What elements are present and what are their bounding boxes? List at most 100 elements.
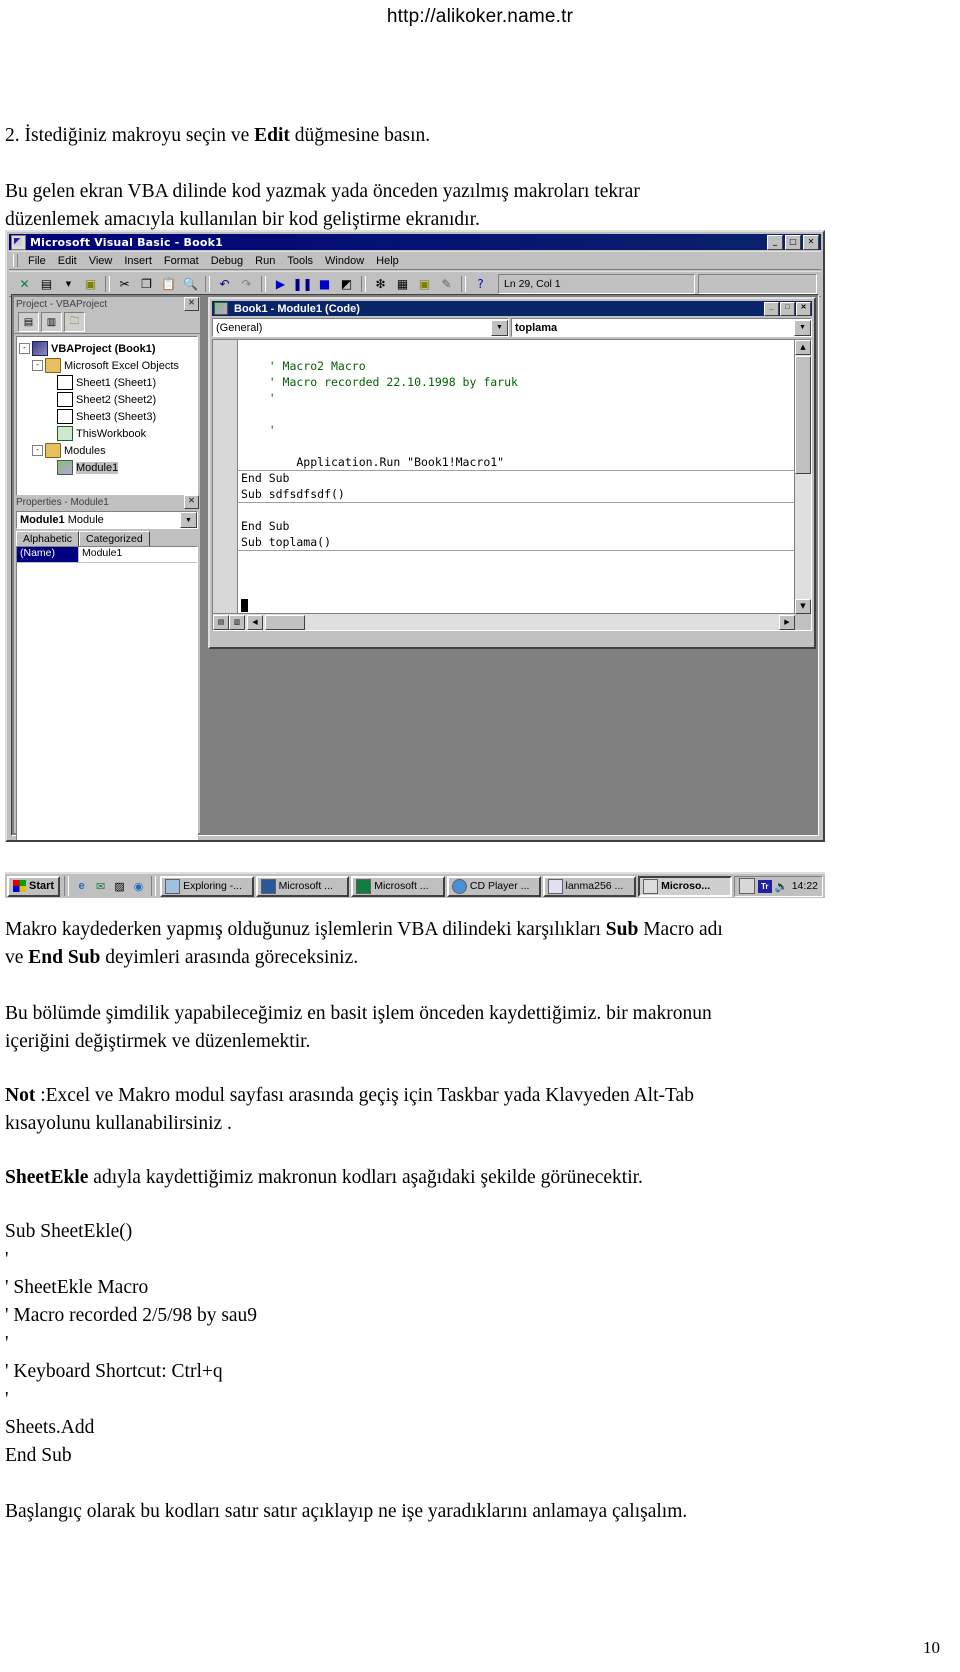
run-icon[interactable]: ▶ bbox=[270, 274, 291, 294]
redo-icon[interactable]: ↷ bbox=[236, 274, 257, 294]
code-listing-line-1: Sub SheetEkle() bbox=[5, 1221, 133, 1242]
project-explorer-icon[interactable]: ❇ bbox=[370, 274, 391, 294]
menu-format[interactable]: Format bbox=[158, 255, 205, 267]
task-button-cd-player[interactable]: CD Player ... bbox=[446, 875, 541, 897]
task-button-excel[interactable]: Microsoft ... bbox=[351, 875, 445, 897]
volume-icon[interactable]: 🔈 bbox=[775, 879, 789, 893]
menu-edit[interactable]: Edit bbox=[52, 255, 83, 267]
properties-window-icon[interactable]: ▦ bbox=[392, 274, 413, 294]
scrollbar-thumb[interactable] bbox=[795, 356, 811, 474]
copy-icon[interactable]: ❐ bbox=[136, 274, 157, 294]
tree-item-sheet2[interactable]: Sheet2 (Sheet2) bbox=[19, 391, 195, 408]
code-horizontal-scrollbar[interactable]: ▤ ▥ ◀ ▶ bbox=[213, 613, 795, 630]
paste-icon[interactable]: 📋 bbox=[158, 274, 179, 294]
menubar-grip[interactable] bbox=[13, 254, 18, 267]
internet-explorer-icon[interactable]: e bbox=[73, 877, 90, 895]
properties-object-combo[interactable]: Module1 Module ▼ bbox=[16, 511, 198, 529]
properties-close-button[interactable]: ✕ bbox=[184, 495, 199, 509]
find-icon[interactable]: 🔍 bbox=[180, 274, 201, 294]
start-button[interactable]: Start bbox=[7, 875, 61, 897]
outlook-express-icon[interactable]: ✉ bbox=[92, 877, 109, 895]
tree-item-sheet1[interactable]: Sheet1 (Sheet1) bbox=[19, 374, 195, 391]
menu-run[interactable]: Run bbox=[249, 255, 281, 267]
tab-alphabetic[interactable]: Alphabetic bbox=[16, 531, 80, 546]
expander-icon[interactable]: - bbox=[19, 343, 30, 354]
menu-tools[interactable]: Tools bbox=[281, 255, 319, 267]
word-icon bbox=[260, 878, 276, 894]
printer-icon[interactable] bbox=[738, 878, 755, 894]
code-listing-line-7: ' bbox=[5, 1389, 9, 1410]
object-browser-icon[interactable]: ▣ bbox=[414, 274, 435, 294]
scroll-up-icon[interactable]: ▲ bbox=[795, 340, 811, 355]
design-mode-icon[interactable]: ◩ bbox=[336, 274, 357, 294]
scroll-left-icon[interactable]: ◀ bbox=[247, 614, 263, 630]
view-toggle-proc-icon[interactable]: ▥ bbox=[229, 614, 245, 630]
chevron-down-icon[interactable]: ▼ bbox=[794, 319, 811, 336]
chevron-down-icon[interactable]: ▼ bbox=[491, 319, 508, 336]
code-line: Application.Run "Book1!Macro1" bbox=[241, 455, 505, 469]
menu-view[interactable]: View bbox=[83, 255, 119, 267]
tree-item-thisworkbook[interactable]: ThisWorkbook bbox=[19, 425, 195, 442]
insert-userform-icon[interactable]: ▤ bbox=[36, 274, 57, 294]
task-button-lanma256[interactable]: lanma256 ... bbox=[542, 875, 637, 897]
hscrollbar-thumb[interactable] bbox=[265, 614, 305, 630]
task-button-word[interactable]: Microsoft ... bbox=[255, 875, 350, 897]
clock[interactable]: 14:22 bbox=[792, 880, 818, 892]
procedure-combo[interactable]: toplama ▼ bbox=[511, 318, 812, 337]
menu-file[interactable]: File bbox=[22, 255, 52, 267]
tree-item-module1[interactable]: Module1 bbox=[19, 459, 195, 476]
view-code-icon[interactable]: ▤ bbox=[18, 312, 39, 332]
task-button-visual-basic[interactable]: Microso... bbox=[638, 875, 732, 897]
break-icon[interactable]: ❚❚ bbox=[292, 274, 313, 294]
tree-item-modules[interactable]: - Modules bbox=[19, 442, 195, 459]
show-desktop-icon[interactable]: ▨ bbox=[111, 877, 128, 895]
body-paragraph-3-line2: kısayolunu kullanabilirsiniz . bbox=[5, 1113, 232, 1134]
project-tree[interactable]: - VBAProject (Book1) - Microsoft Excel O… bbox=[16, 336, 198, 502]
tab-categorized[interactable]: Categorized bbox=[79, 531, 150, 546]
code-maximize-button[interactable]: □ bbox=[780, 301, 795, 316]
maximize-button[interactable]: □ bbox=[785, 234, 801, 250]
cut-icon[interactable]: ✂ bbox=[114, 274, 135, 294]
code-close-button[interactable]: ✕ bbox=[796, 301, 811, 316]
code-text[interactable]: ' Macro2 Macro ' Macro recorded 22.10.19… bbox=[241, 342, 793, 614]
chevron-down-icon[interactable]: ▼ bbox=[58, 274, 79, 294]
tree-item-sheet3[interactable]: Sheet3 (Sheet3) bbox=[19, 408, 195, 425]
toggle-folders-icon[interactable]: 🗀 bbox=[64, 312, 85, 332]
tree-item-excel-objects[interactable]: - Microsoft Excel Objects bbox=[19, 357, 195, 374]
reset-icon[interactable]: ■ bbox=[314, 274, 335, 294]
project-explorer-title: Project - VBAProject bbox=[16, 298, 108, 310]
scroll-right-icon[interactable]: ▶ bbox=[779, 614, 795, 630]
code-editor[interactable]: ' Macro2 Macro ' Macro recorded 22.10.19… bbox=[212, 339, 812, 631]
toolbox-icon[interactable]: ✎ bbox=[436, 274, 457, 294]
code-line: Sub sdfsdfsdf() bbox=[241, 487, 345, 501]
object-combo[interactable]: (General) ▼ bbox=[212, 318, 509, 337]
chevron-down-icon[interactable]: ▼ bbox=[180, 512, 197, 528]
menu-debug[interactable]: Debug bbox=[205, 255, 249, 267]
channels-icon[interactable]: ◉ bbox=[130, 877, 147, 895]
view-object-icon[interactable]: ▥ bbox=[41, 312, 62, 332]
keyboard-layout-icon[interactable]: Tr bbox=[757, 879, 772, 893]
minimize-button[interactable]: _ bbox=[767, 234, 783, 250]
excel-view-icon[interactable]: ✕ bbox=[14, 274, 35, 294]
help-icon[interactable]: ? bbox=[470, 274, 491, 294]
property-row-name[interactable]: (Name) Module1 bbox=[17, 547, 197, 563]
toolbar-separator bbox=[105, 276, 110, 292]
tree-item-vbaproject[interactable]: - VBAProject (Book1) bbox=[19, 340, 195, 357]
expander-icon[interactable]: - bbox=[32, 445, 43, 456]
code-vertical-scrollbar[interactable]: ▲ ▼ bbox=[794, 340, 811, 614]
project-explorer-close-button[interactable]: ✕ bbox=[184, 297, 199, 311]
close-button[interactable]: ✕ bbox=[803, 234, 819, 250]
view-toggle-full-icon[interactable]: ▤ bbox=[213, 614, 229, 630]
task-button-exploring[interactable]: Exploring -... bbox=[160, 875, 254, 897]
code-minimize-button[interactable]: _ bbox=[764, 301, 779, 316]
property-value[interactable]: Module1 bbox=[79, 547, 122, 562]
menu-insert[interactable]: Insert bbox=[118, 255, 158, 267]
expander-icon[interactable]: - bbox=[32, 360, 43, 371]
menu-window[interactable]: Window bbox=[319, 255, 370, 267]
menu-help[interactable]: Help bbox=[370, 255, 405, 267]
scroll-down-icon[interactable]: ▼ bbox=[795, 599, 811, 614]
properties-grid[interactable]: (Name) Module1 bbox=[16, 546, 198, 840]
save-icon[interactable]: ▣ bbox=[80, 274, 101, 294]
toolbar-separator-2 bbox=[205, 276, 210, 292]
undo-icon[interactable]: ↶ bbox=[214, 274, 235, 294]
